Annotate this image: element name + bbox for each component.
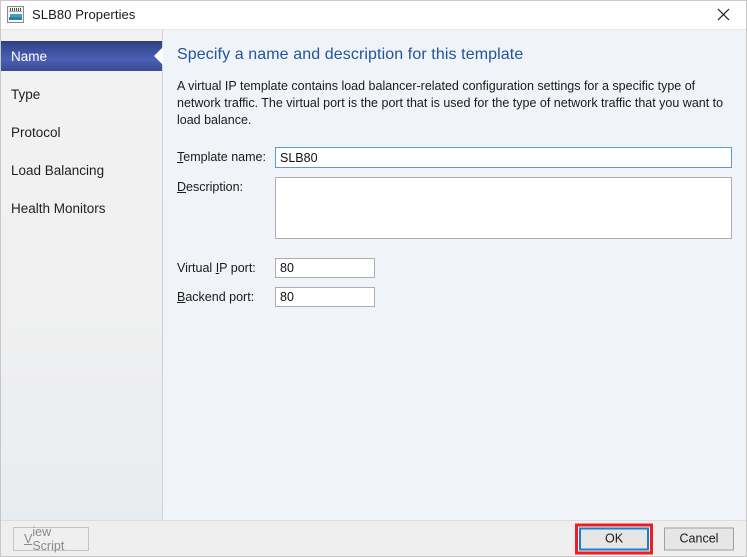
virtual-ip-port-label-text: P port: [219,261,256,275]
dialog-body: Name Type Protocol Load Balancing Health… [1,29,746,520]
cancel-button[interactable]: Cancel [664,527,734,550]
field-row-backend-port: Backend port: [177,287,732,307]
ok-button-annotation-highlight: OK [575,523,653,554]
description-input[interactable] [275,177,732,239]
properties-dialog: SLB80 Properties Name Type Protocol Load… [0,0,747,557]
description-label: Description: [177,177,275,194]
backend-port-input[interactable] [275,287,375,307]
description-accel: D [177,180,187,194]
sidebar-item-protocol[interactable]: Protocol [1,117,162,147]
virtual-ip-port-label-prefix: Virtual [177,261,216,275]
field-row-virtual-ip-port: Virtual IP port: [177,258,732,278]
sidebar-item-label: Name [11,48,48,64]
virtual-ip-port-input[interactable] [275,258,375,278]
template-name-label: Template name: [177,147,275,164]
view-script-accel: V [24,531,33,546]
ok-button[interactable]: OK [579,527,649,550]
dialog-footer: View Script OK Cancel [1,520,746,556]
sidebar-item-label: Load Balancing [11,162,105,178]
selection-chevron-icon [154,47,163,65]
title-bar: SLB80 Properties [1,1,746,29]
sidebar-item-health-monitors[interactable]: Health Monitors [1,193,162,223]
close-icon[interactable] [701,1,746,28]
sidebar-item-label: Protocol [11,124,61,140]
template-name-label-text: emplate name: [183,150,266,164]
view-script-button[interactable]: View Script [13,524,89,553]
content-pane: Specify a name and description for this … [163,30,746,520]
page-description: A virtual IP template contains load bala… [177,79,724,127]
sidebar-item-name[interactable]: Name [1,41,163,71]
sidebar-item-label: Health Monitors [11,200,106,216]
virtual-ip-port-label: Virtual IP port: [177,258,275,275]
backend-port-label-text: ackend port: [185,290,255,304]
sidebar-item-load-balancing[interactable]: Load Balancing [1,155,162,185]
window-title: SLB80 Properties [32,7,136,22]
footer-button-group: OK Cancel [575,523,734,554]
template-window-icon [7,6,24,23]
view-script-label: iew Script [32,524,65,553]
description-label-text: escription: [186,180,244,194]
field-row-template-name: Template name: [177,147,732,168]
sidebar-item-type[interactable]: Type [1,79,162,109]
field-row-description: Description: [177,177,732,239]
page-title: Specify a name and description for this … [177,46,524,63]
template-name-input[interactable] [275,147,732,168]
backend-port-label: Backend port: [177,287,275,304]
sidebar-nav: Name Type Protocol Load Balancing Health… [1,30,163,520]
sidebar-item-label: Type [11,86,41,102]
